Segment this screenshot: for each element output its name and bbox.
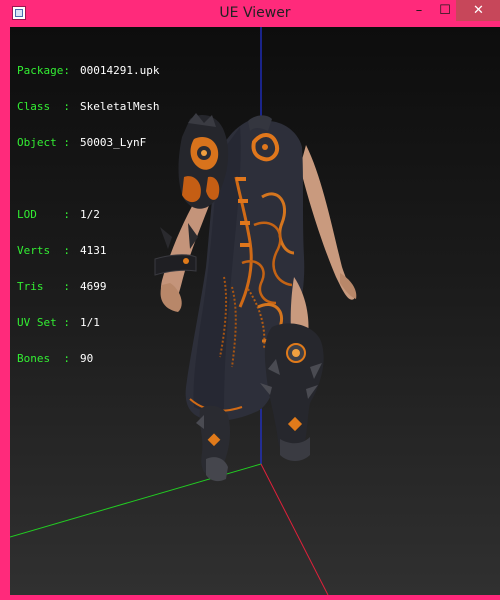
info-lod-label: LOD : (17, 208, 70, 221)
mesh-info-overlay: Package: 00014291.upk Class : SkeletalMesh… (17, 41, 159, 389)
info-verts-row: Verts : 4131 (17, 245, 159, 257)
info-tris-value: 4699 (80, 280, 107, 293)
info-verts-value: 4131 (80, 244, 107, 257)
info-object-value: 50003_LynF (80, 136, 147, 149)
minimize-button[interactable]: – (405, 0, 433, 21)
info-uvset-row: UV Set : 1/1 (17, 317, 159, 329)
info-tris-row: Tris : 4699 (17, 281, 159, 293)
app-window: UE Viewer – ☐ ✕ Package: 00014291.upk Cl… (0, 0, 500, 600)
info-class-row: Class : SkeletalMesh (17, 101, 159, 113)
info-bones-value: 90 (80, 352, 94, 365)
info-package-label: Package: (17, 64, 70, 77)
info-lod-value: 1/2 (80, 208, 100, 221)
info-package-row: Package: 00014291.upk (17, 65, 159, 77)
info-verts-label: Verts : (17, 244, 70, 257)
info-package-value: 00014291.upk (80, 64, 160, 77)
info-object-label: Object : (17, 136, 70, 149)
info-tris-label: Tris : (17, 280, 70, 293)
info-uvset-value: 1/1 (80, 316, 100, 329)
maximize-button[interactable]: ☐ (431, 0, 459, 21)
title-bar[interactable]: UE Viewer – ☐ ✕ (5, 0, 500, 27)
info-bones-row: Bones : 90 (17, 353, 159, 365)
x-axis-line (260, 463, 329, 595)
info-lod-row: LOD : 1/2 (17, 209, 159, 221)
info-class-value: SkeletalMesh (80, 100, 160, 113)
info-object-row: Object : 50003_LynF (17, 137, 159, 149)
close-button[interactable]: ✕ (456, 0, 500, 21)
info-bones-label: Bones : (17, 352, 70, 365)
info-class-label: Class : (17, 100, 70, 113)
character-model (154, 113, 357, 482)
3d-viewport[interactable]: Package: 00014291.upk Class : SkeletalMesh… (10, 27, 500, 595)
info-spacer (17, 173, 159, 185)
info-uvset-label: UV Set : (17, 316, 70, 329)
